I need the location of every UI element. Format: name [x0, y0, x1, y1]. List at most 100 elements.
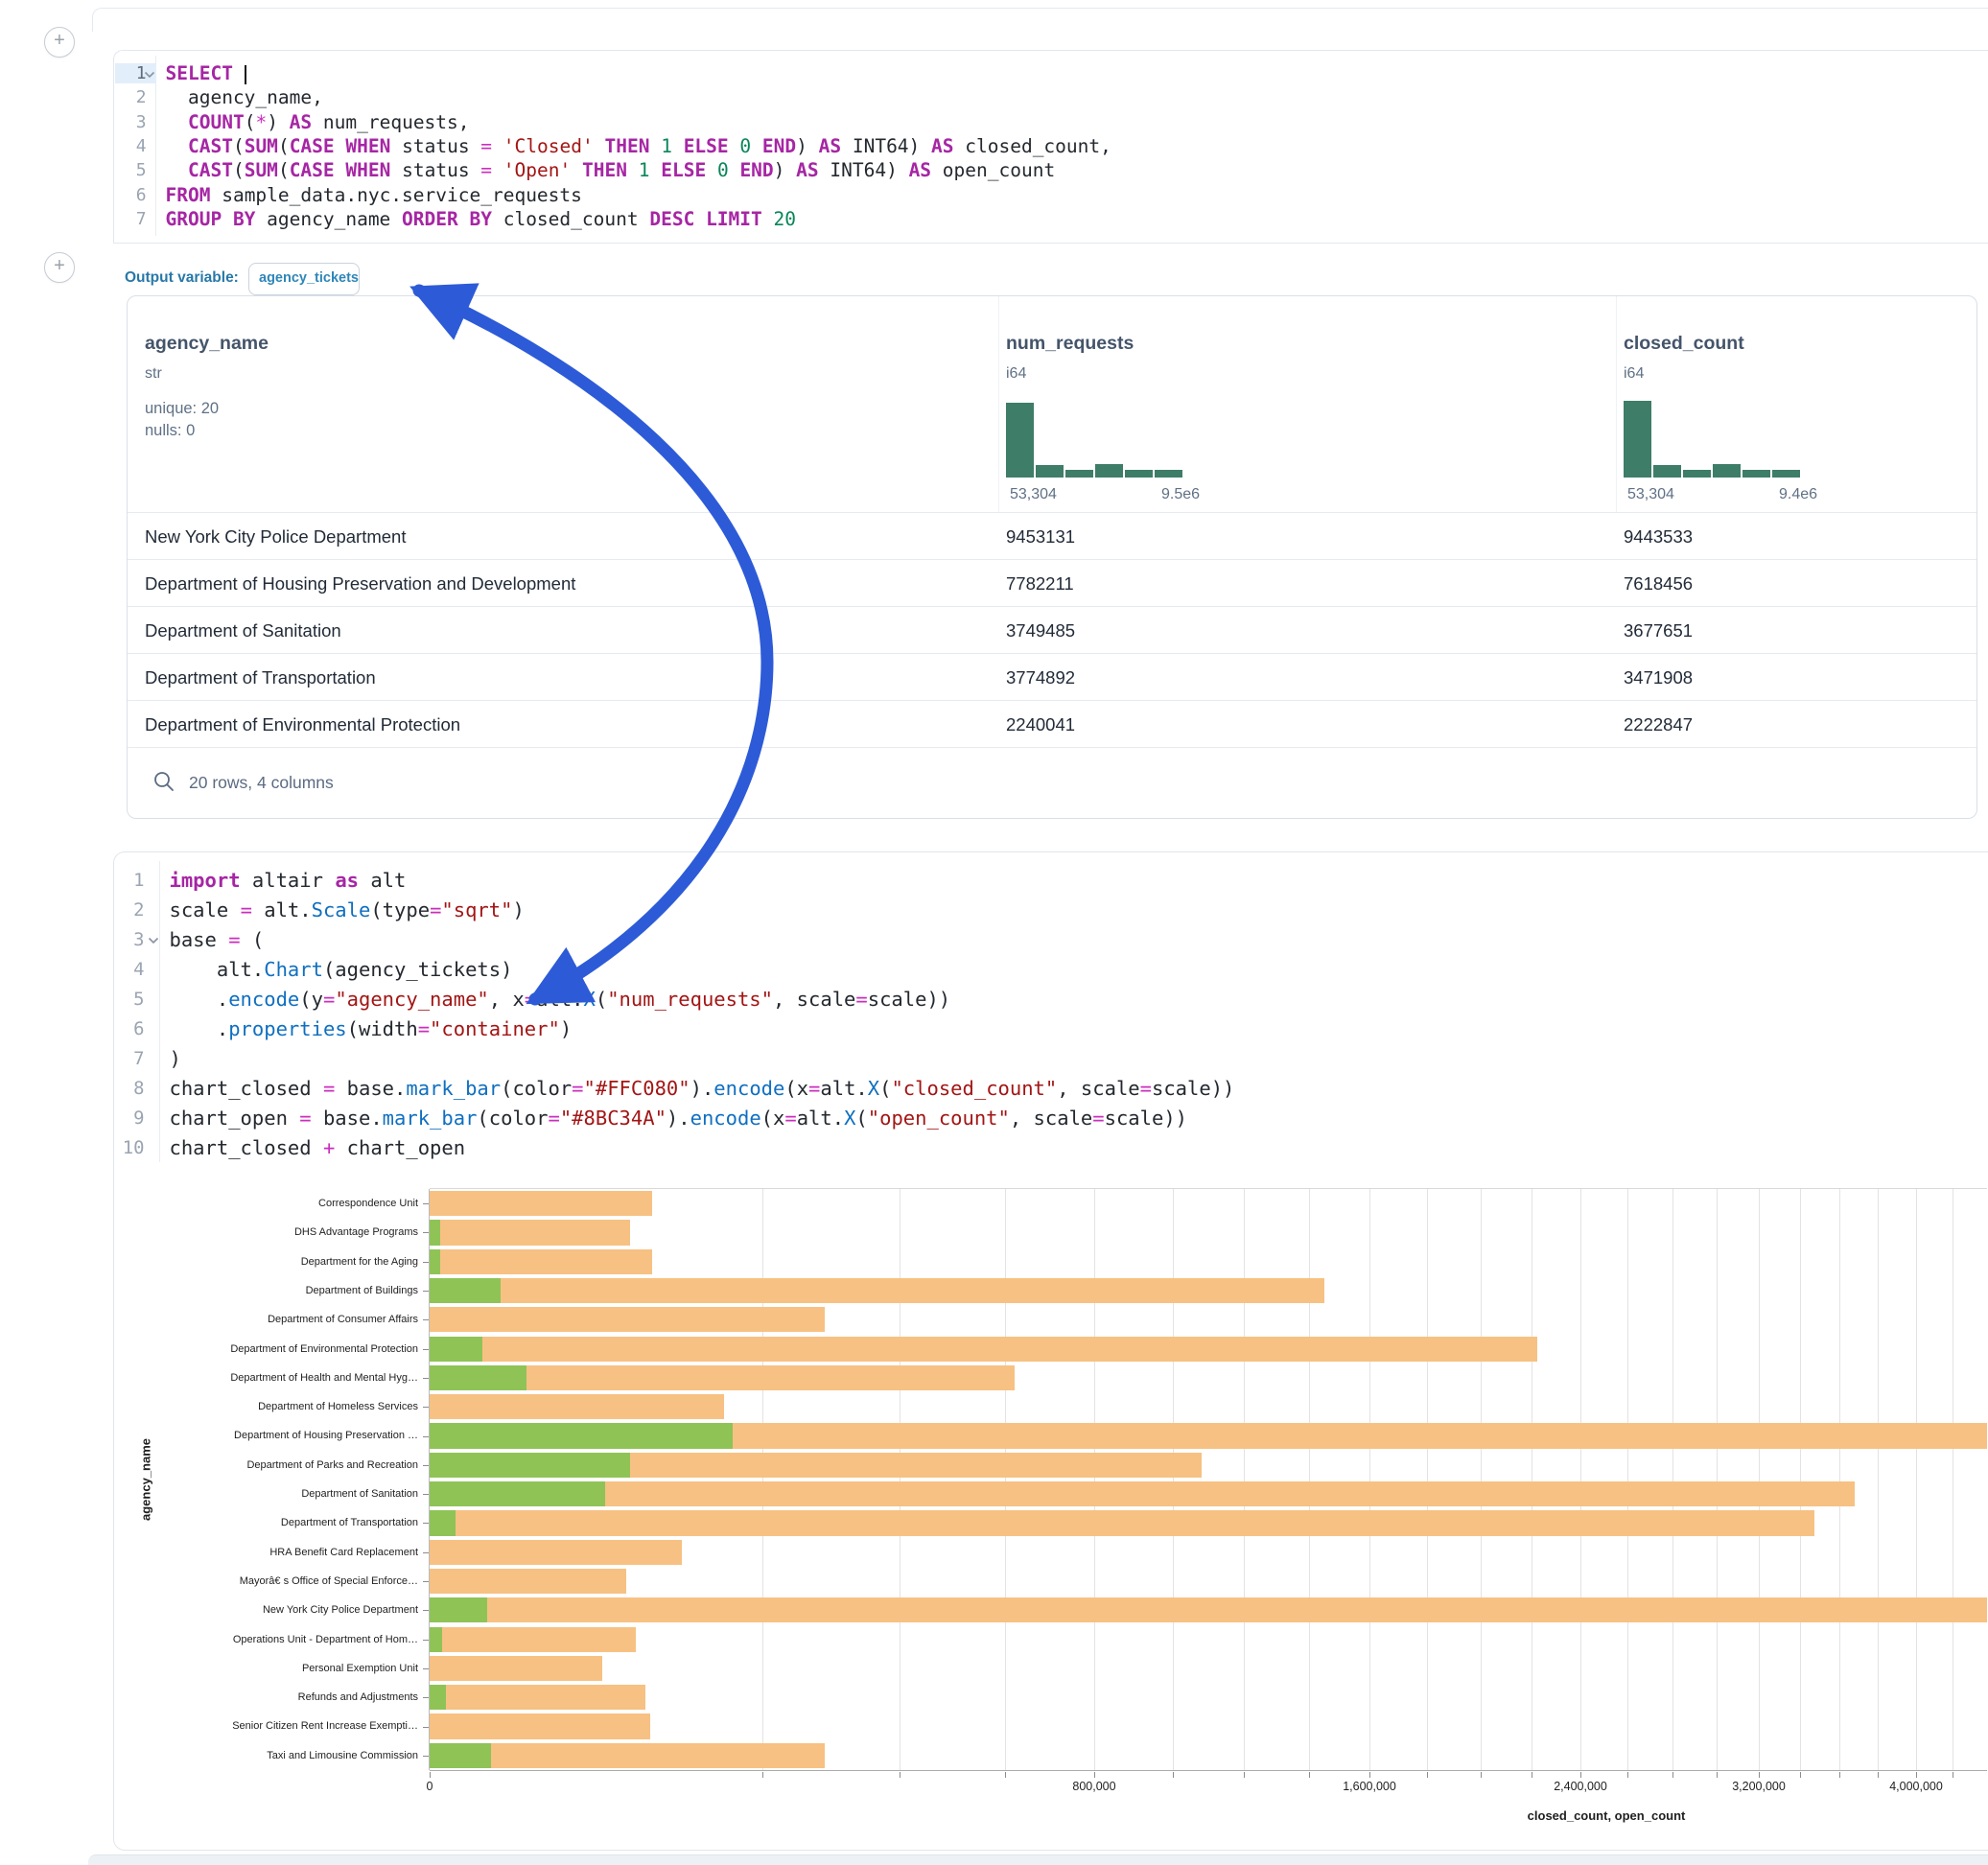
y-axis-label: Department of Environmental Protection — [230, 1335, 418, 1364]
code-line[interactable]: 2scale = alt.Scale(type="sqrt") — [115, 895, 1985, 924]
table-row[interactable]: New York City Police Department945313194… — [128, 512, 1976, 560]
gridline — [1005, 1189, 1006, 1770]
histogram-bar — [1653, 465, 1681, 478]
code-line[interactable]: 7GROUP BY agency_name ORDER BY closed_co… — [115, 207, 1985, 231]
code-text: CAST(SUM(CASE WHEN status = 'Open' THEN … — [156, 159, 1056, 181]
y-tick — [423, 1523, 429, 1524]
add-cell-button[interactable]: + — [44, 27, 75, 58]
bar-open-count — [430, 1481, 605, 1506]
cell-agency-name: Department of Housing Preservation and D… — [145, 573, 575, 594]
gridline — [762, 1189, 763, 1770]
x-tick — [1094, 1772, 1095, 1778]
cell-closed-count: 3677651 — [1624, 620, 1693, 641]
y-tick — [423, 1727, 429, 1728]
page-bottom-strip — [88, 1854, 1988, 1865]
line-number: 4 — [115, 136, 156, 156]
add-cell-button[interactable]: + — [44, 252, 75, 283]
code-line[interactable]: 4 alt.Chart(agency_tickets) — [115, 954, 1985, 984]
x-tick — [1309, 1772, 1310, 1778]
output-variable-pill[interactable]: agency_tickets — [248, 263, 360, 295]
bar-closed-count — [430, 1278, 1324, 1303]
code-text: chart_closed + chart_open — [160, 1136, 466, 1159]
gridline — [1839, 1189, 1840, 1770]
y-tick — [423, 1349, 429, 1350]
code-line[interactable]: 7) — [115, 1043, 1985, 1073]
text-cursor — [245, 65, 246, 84]
code-line[interactable]: 1import altair as alt — [115, 865, 1985, 895]
code-line[interactable]: 8chart_closed = base.mark_bar(color="#FF… — [115, 1073, 1985, 1103]
cell-agency-name: Department of Transportation — [145, 667, 376, 688]
gridline — [1369, 1189, 1370, 1770]
code-line[interactable]: 1SELECT — [115, 61, 1985, 85]
x-tick — [1244, 1772, 1245, 1778]
gridline — [1094, 1189, 1095, 1770]
code-line[interactable]: 6 .properties(width="container") — [115, 1014, 1985, 1043]
line-number: 1 — [115, 870, 160, 891]
y-axis-label: Taxi and Limousine Commission — [267, 1741, 418, 1770]
code-line[interactable]: 3base = ( — [115, 924, 1985, 954]
x-tick — [762, 1772, 763, 1778]
line-number: 8 — [115, 1078, 160, 1099]
x-tick — [1427, 1772, 1428, 1778]
line-number: 2 — [115, 899, 160, 921]
sql-code-editor[interactable]: 1SELECT 2 agency_name,3 COUNT(*) AS num_… — [115, 61, 1985, 231]
cell-closed-count: 9443533 — [1624, 526, 1693, 548]
code-line[interactable]: 9chart_open = base.mark_bar(color="#8BC3… — [115, 1103, 1985, 1132]
x-tick — [1005, 1772, 1006, 1778]
table-row[interactable]: Department of Housing Preservation and D… — [128, 559, 1976, 607]
bar-closed-count — [430, 1656, 602, 1681]
line-number: 6 — [115, 1018, 160, 1039]
code-line[interactable]: 4 CAST(SUM(CASE WHEN status = 'Closed' T… — [115, 134, 1985, 158]
code-line[interactable]: 3 COUNT(*) AS num_requests, — [115, 110, 1985, 134]
bar-open-count — [430, 1685, 446, 1710]
table-row[interactable]: Department of Sanitation37494853677651 — [128, 606, 1976, 654]
code-text: .encode(y="agency_name", x=alt.X("num_re… — [160, 988, 951, 1011]
cell-num-requests: 2240041 — [1006, 714, 1075, 735]
histogram-bar — [1095, 464, 1123, 478]
code-line[interactable]: 5 CAST(SUM(CASE WHEN status = 'Open' THE… — [115, 158, 1985, 182]
x-tick — [1717, 1772, 1718, 1778]
code-line[interactable]: 2 agency_name, — [115, 85, 1985, 109]
line-number: 3 — [115, 929, 160, 950]
y-axis-label: Department of Transportation — [281, 1508, 418, 1537]
bar-closed-count — [430, 1307, 825, 1332]
bar-closed-count — [430, 1713, 650, 1738]
y-tick — [423, 1203, 429, 1204]
y-axis-label: Department of Parks and Recreation — [246, 1451, 418, 1480]
code-text: base = ( — [160, 928, 265, 951]
python-code-editor[interactable]: 1import altair as alt2scale = alt.Scale(… — [115, 865, 1985, 1162]
x-tick — [1759, 1772, 1760, 1778]
gridline — [1759, 1189, 1760, 1770]
gridline — [1800, 1189, 1801, 1770]
previous-cell-edge — [92, 8, 1988, 32]
table-row[interactable]: Department of Environmental Protection22… — [128, 700, 1976, 748]
code-line[interactable]: 5 .encode(y="agency_name", x=alt.X("num_… — [115, 984, 1985, 1014]
table-row[interactable]: Department of Transportation377489234719… — [128, 653, 1976, 701]
cell-num-requests: 3749485 — [1006, 620, 1075, 641]
code-line[interactable]: 10chart_closed + chart_open — [115, 1132, 1985, 1162]
chart-x-axis-line — [430, 1770, 1987, 1771]
line-number: 1 — [115, 63, 156, 83]
code-line[interactable]: 6FROM sample_data.nyc.service_requests — [115, 182, 1985, 206]
bar-open-count — [430, 1365, 526, 1390]
histogram-bar — [1155, 470, 1182, 478]
gridline — [1173, 1189, 1174, 1770]
histogram-bar — [1742, 470, 1770, 478]
x-tick — [1481, 1772, 1482, 1778]
gridline — [1481, 1189, 1482, 1770]
line-number: 5 — [115, 989, 160, 1010]
column-dtype: i64 — [1624, 365, 1644, 383]
gridline — [1580, 1189, 1581, 1770]
histogram-bar — [1683, 470, 1711, 478]
output-variable-label: Output variable: — [125, 269, 239, 287]
gridline — [1627, 1189, 1628, 1770]
search-icon[interactable] — [152, 770, 175, 798]
y-axis-label: Personal Exemption Unit — [302, 1654, 418, 1683]
y-tick — [423, 1581, 429, 1582]
y-tick — [423, 1407, 429, 1408]
chart-x-axis-title: closed_count, open_count — [1528, 1808, 1686, 1823]
gridline — [1717, 1189, 1718, 1770]
gridline — [1878, 1189, 1879, 1770]
column-dtype: str — [145, 365, 162, 383]
x-tick — [430, 1772, 431, 1778]
